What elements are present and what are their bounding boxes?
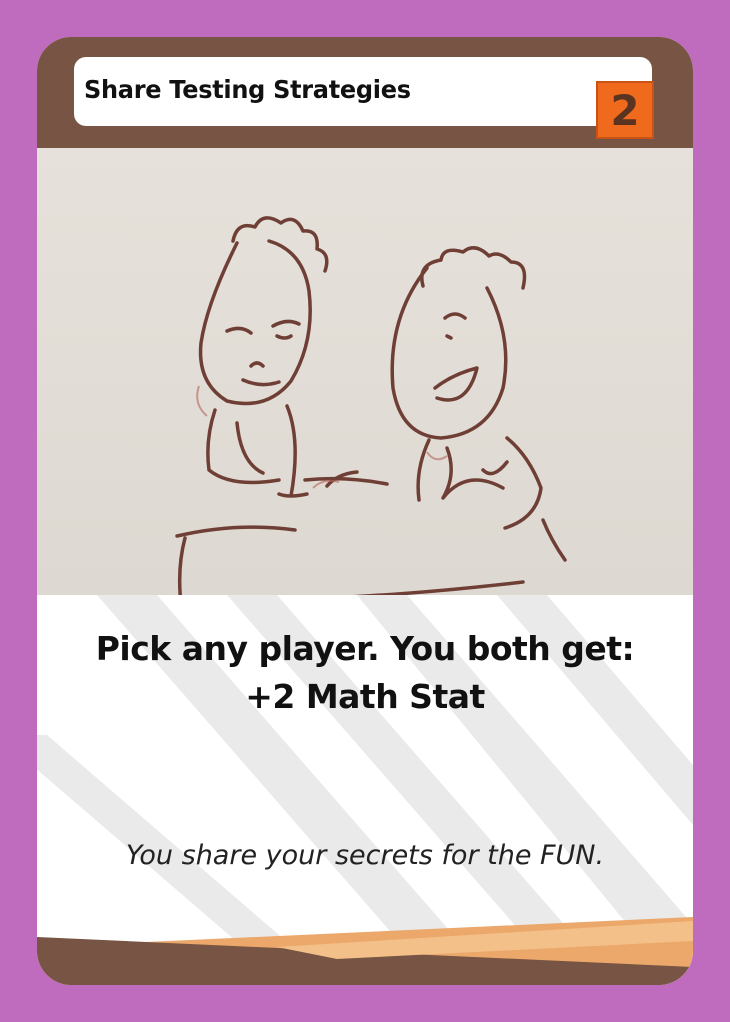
flavor-text: You share your secrets for the FUN.	[125, 840, 605, 871]
left-person-face	[225, 319, 301, 387]
right-person-face	[433, 312, 479, 402]
left-person-body	[206, 404, 309, 498]
table	[175, 470, 525, 595]
game-card[interactable]: Share Testing Strategies 2 Pick any play…	[37, 37, 693, 985]
effect-line-2: +2 Math Stat	[245, 677, 485, 716]
effect-line-1: Pick any player. You both get:	[95, 629, 635, 668]
card-title: Share Testing Strategies	[84, 75, 411, 104]
card-header: Share Testing Strategies 2	[37, 37, 693, 148]
title-banner: Share Testing Strategies 2	[74, 57, 654, 139]
card-artwork	[37, 148, 693, 595]
right-person-head	[390, 266, 508, 440]
sketch-illustration	[175, 216, 567, 595]
cost-value: 2	[610, 86, 640, 135]
card-footer	[37, 917, 693, 985]
cost-badge: 2	[596, 81, 654, 139]
right-person-hair	[420, 246, 527, 290]
card-effect-text: Pick any player. You both get: +2 Math S…	[37, 625, 693, 721]
right-person-body	[416, 436, 567, 562]
